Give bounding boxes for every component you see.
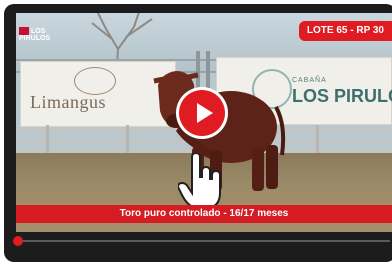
channel-logo-icon [19, 27, 29, 35]
progress-bar[interactable] [18, 240, 390, 242]
channel-logo: LOS PIRULOS [19, 27, 75, 42]
hand-pointer-icon [178, 153, 221, 210]
limangus-logo-icon [74, 67, 116, 95]
video-caption: Toro puro controlado - 16/17 meses [16, 205, 392, 223]
lote-badge: LOTE 65 - RP 30 [298, 21, 392, 41]
video-frame[interactable]: Limangus CABAÑA LOS PIRULOS LOS PIRULOS … [16, 13, 392, 232]
cabana-name: LOS PIRULOS [292, 86, 392, 106]
play-icon [179, 90, 225, 136]
play-triangle [196, 103, 213, 123]
cabana-label: CABAÑA [292, 77, 327, 84]
play-button[interactable] [176, 87, 228, 139]
progress-knob[interactable] [13, 236, 23, 246]
